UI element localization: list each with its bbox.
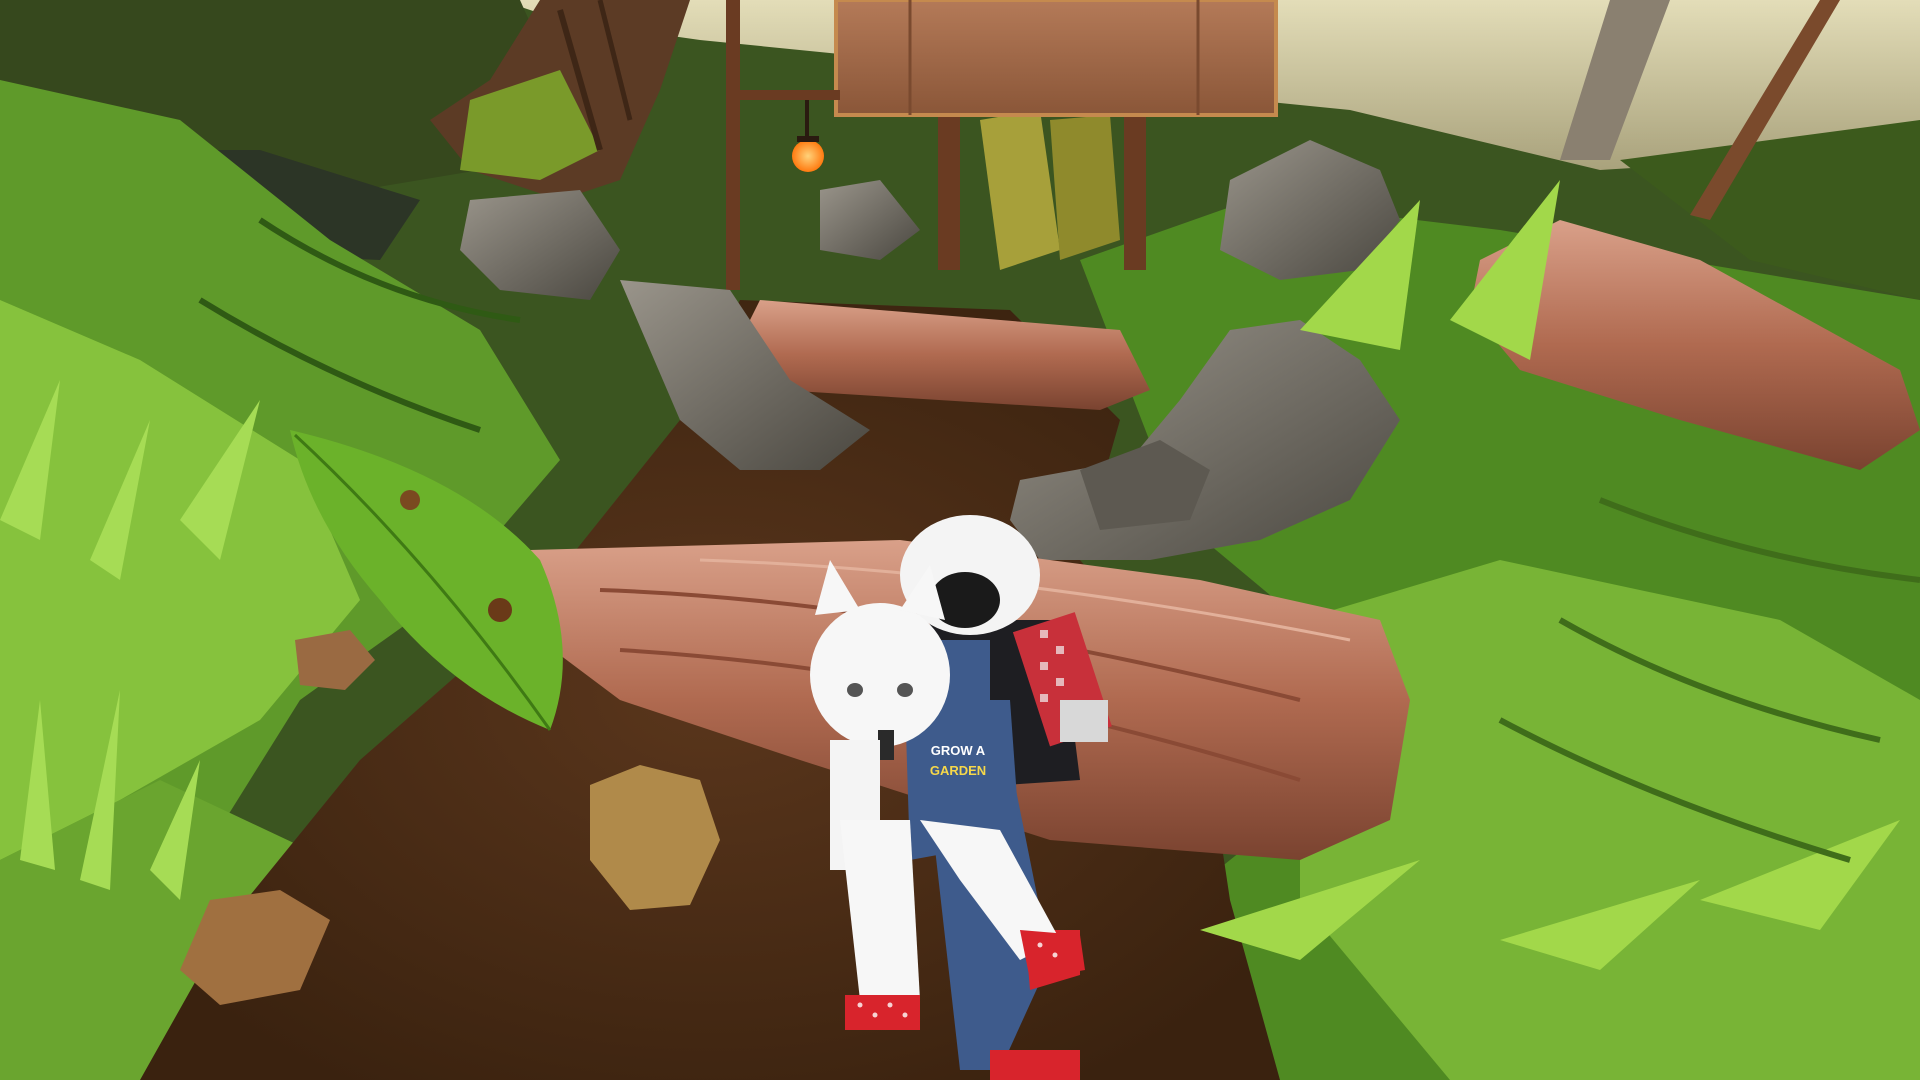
- overalls-logo-line2: GARDEN: [930, 763, 986, 778]
- avatar-front-shoe-left: [845, 995, 920, 1030]
- game-viewport[interactable]: GROW A GARDEN: [0, 0, 1920, 1080]
- lantern-icon: [792, 140, 824, 172]
- wooden-sign: [834, 0, 1278, 117]
- sign-post-left: [938, 110, 960, 270]
- sign-post-right: [1124, 110, 1146, 270]
- avatar-sitting-hand: [1060, 700, 1108, 742]
- overalls-logo-line1: GROW A: [931, 743, 986, 758]
- avatar-front-head: [810, 603, 950, 747]
- scene-canvas: GROW A GARDEN: [0, 0, 1920, 1080]
